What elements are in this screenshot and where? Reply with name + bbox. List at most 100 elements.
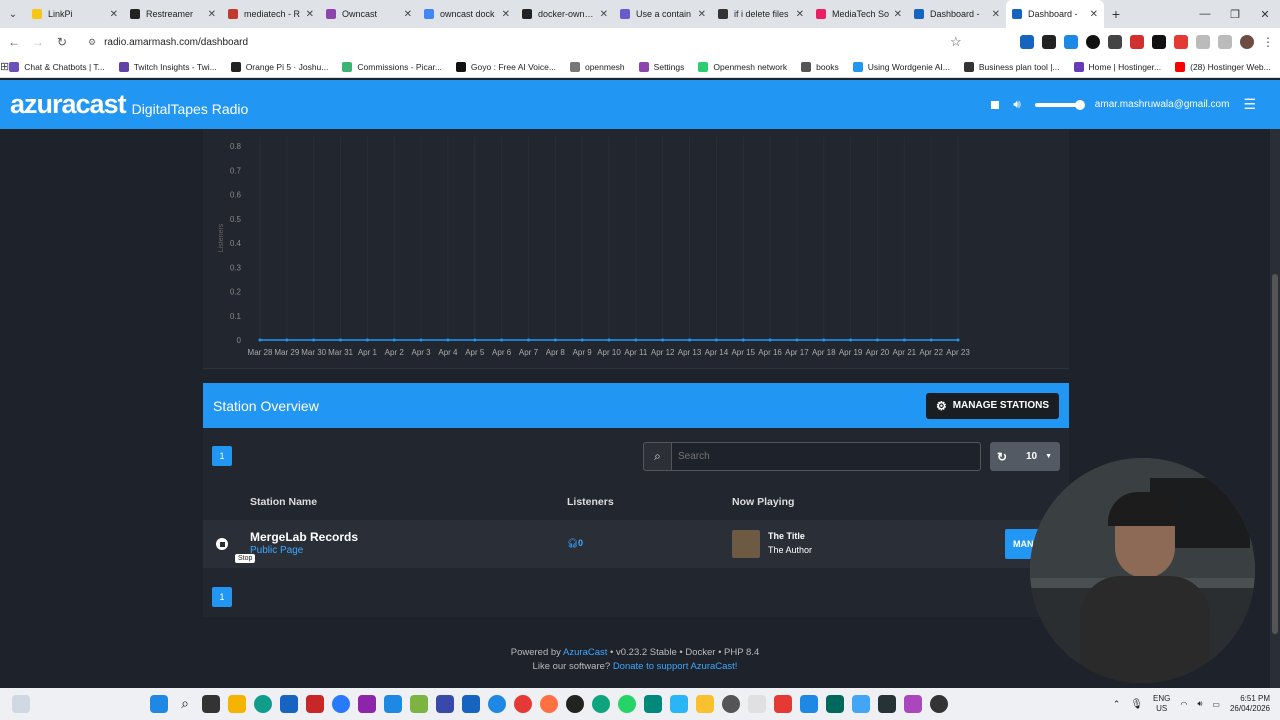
stop-button[interactable] xyxy=(216,538,228,550)
volume-slider[interactable] xyxy=(1034,99,1085,110)
column-header-now-playing[interactable]: Now Playing xyxy=(732,496,794,508)
battery-icon[interactable]: ▭ xyxy=(1212,700,1220,709)
extension-icon[interactable] xyxy=(1108,35,1122,49)
browser-tab[interactable]: MediaTech So ✕ xyxy=(810,0,908,28)
browser-menu-icon[interactable]: ⋮ xyxy=(1262,35,1274,49)
app-icon[interactable] xyxy=(826,695,844,713)
browser-tab[interactable]: docker-owncast ✕ xyxy=(516,0,614,28)
region-label[interactable]: US xyxy=(1153,704,1170,714)
app-icon[interactable] xyxy=(462,695,480,713)
app-icon[interactable] xyxy=(748,695,766,713)
browser-tab[interactable]: Dashboard - ✕ xyxy=(1006,0,1104,28)
messenger-icon[interactable] xyxy=(332,695,350,713)
page-scrollbar[interactable] xyxy=(1270,129,1280,688)
app-icon[interactable] xyxy=(774,695,792,713)
bookmark-item[interactable]: Openmesh network xyxy=(698,61,787,72)
whatsapp-icon[interactable] xyxy=(618,695,636,713)
app-icon[interactable] xyxy=(722,695,740,713)
chrome-icon[interactable] xyxy=(514,695,532,713)
close-tab-icon[interactable]: ✕ xyxy=(600,9,608,20)
app-icon[interactable] xyxy=(696,695,714,713)
app-icon[interactable] xyxy=(800,695,818,713)
app-icon[interactable] xyxy=(384,695,402,713)
browser-tab[interactable]: Dashboard - ✕ xyxy=(908,0,1006,28)
bookmark-item[interactable]: openmesh xyxy=(569,61,625,72)
refresh-icon[interactable]: ↻ xyxy=(990,450,1014,464)
profile-avatar[interactable] xyxy=(1240,35,1254,49)
extension-icon[interactable] xyxy=(1152,35,1166,49)
bookmark-item[interactable]: Using Wordgenie AI... xyxy=(852,61,950,72)
browser-tab[interactable]: Owncast ✕ xyxy=(320,0,418,28)
firefox-icon[interactable] xyxy=(540,695,558,713)
filezilla-icon[interactable] xyxy=(306,695,324,713)
wifi-icon[interactable]: ◠ xyxy=(1180,700,1187,709)
bookmark-item[interactable]: Twitch Insights - Twi... xyxy=(118,61,217,72)
close-tab-icon[interactable]: ✕ xyxy=(992,9,1000,20)
site-info-icon[interactable]: ⚙ xyxy=(88,37,96,48)
restore-icon[interactable]: ❐ xyxy=(1220,8,1250,21)
close-tab-icon[interactable]: ✕ xyxy=(404,9,412,20)
pagination-page-bottom[interactable]: 1 xyxy=(212,587,232,607)
browser-tab[interactable]: LinkPi ✕ xyxy=(26,0,124,28)
bookmark-item[interactable]: Settings xyxy=(638,61,684,72)
station-name-title[interactable]: DigitalTapes Radio xyxy=(132,101,249,117)
close-tab-icon[interactable]: ✕ xyxy=(502,9,510,20)
app-icon[interactable] xyxy=(878,695,896,713)
obs-icon[interactable] xyxy=(566,695,584,713)
bookmark-item[interactable]: Commissions - Picar... xyxy=(342,61,442,72)
bookmark-item[interactable]: Home | Hostinger... xyxy=(1073,61,1161,72)
tray-chevron-icon[interactable]: ⌃ xyxy=(1113,699,1121,710)
lang-label[interactable]: ENG xyxy=(1153,694,1170,704)
extension-icon[interactable] xyxy=(1086,35,1100,49)
new-tab-button[interactable]: + xyxy=(1104,6,1128,22)
extension-icon[interactable] xyxy=(1042,35,1056,49)
close-window-icon[interactable]: ✕ xyxy=(1250,8,1280,21)
app-icon[interactable] xyxy=(358,695,376,713)
volume-slider-handle[interactable] xyxy=(1074,99,1085,110)
bookmark-item[interactable]: Goyo : Free AI Voice... xyxy=(455,61,556,72)
user-email[interactable]: amar.mashruwala@gmail.com xyxy=(1095,99,1230,110)
stop-icon[interactable] xyxy=(991,100,1000,109)
app-icon[interactable] xyxy=(488,695,506,713)
chatgpt-icon[interactable] xyxy=(592,695,610,713)
azuracast-link[interactable]: AzuraCast xyxy=(563,647,607,658)
task-view-icon[interactable] xyxy=(202,695,220,713)
public-page-link[interactable]: Public Page xyxy=(250,545,303,556)
column-header-station-name[interactable]: Station Name xyxy=(250,496,317,508)
reading-list-icon[interactable] xyxy=(1218,35,1232,49)
extension-icon[interactable] xyxy=(1020,35,1034,49)
clock-date[interactable]: 26/04/2026 xyxy=(1230,704,1270,714)
search-icon[interactable]: ⌕ xyxy=(643,442,672,471)
browser-tab[interactable]: Restreamer ✕ xyxy=(124,0,222,28)
bookmark-item[interactable]: Orange Pi 5 · Joshu... xyxy=(230,61,328,72)
close-tab-icon[interactable]: ✕ xyxy=(306,9,314,20)
close-tab-icon[interactable]: ✕ xyxy=(110,9,118,20)
apps-grid-icon[interactable]: ⊞ xyxy=(0,60,9,73)
volume-icon[interactable]: 🔊︎ xyxy=(1013,97,1021,112)
column-header-listeners[interactable]: Listeners xyxy=(567,496,614,508)
bookmark-item[interactable]: Business plan tool |... xyxy=(963,61,1060,72)
azuracast-logo[interactable]: azuracast xyxy=(10,89,127,120)
file-explorer-icon[interactable] xyxy=(228,695,246,713)
manage-stations-button[interactable]: ⚙ MANAGE STATIONS xyxy=(925,392,1059,419)
browser-tab[interactable]: Use a contain ✕ xyxy=(614,0,712,28)
edge-icon[interactable] xyxy=(254,695,272,713)
back-icon[interactable]: ← xyxy=(2,35,26,49)
extension-icon[interactable] xyxy=(1064,35,1078,49)
close-tab-icon[interactable]: ✕ xyxy=(208,9,216,20)
url-field[interactable]: ⚙ radio.amarmash.com/dashboard xyxy=(80,31,940,53)
bookmark-star-icon[interactable]: ☆ xyxy=(950,34,962,50)
close-tab-icon[interactable]: ✕ xyxy=(698,9,706,20)
forward-icon[interactable]: → xyxy=(26,35,50,49)
search-input[interactable] xyxy=(672,442,981,471)
extension-icon[interactable] xyxy=(1174,35,1188,49)
minimize-icon[interactable]: — xyxy=(1190,8,1220,20)
app-icon[interactable] xyxy=(436,695,454,713)
scrollbar-thumb[interactable] xyxy=(1272,274,1278,634)
bookmark-item[interactable]: books xyxy=(801,61,839,72)
donate-link[interactable]: Donate to support AzuraCast! xyxy=(613,661,738,672)
close-tab-icon[interactable]: ✕ xyxy=(894,9,902,20)
reload-icon[interactable]: ↻ xyxy=(50,35,74,49)
listener-count[interactable]: 0 xyxy=(578,538,583,548)
browser-tab[interactable]: mediatech - R ✕ xyxy=(222,0,320,28)
